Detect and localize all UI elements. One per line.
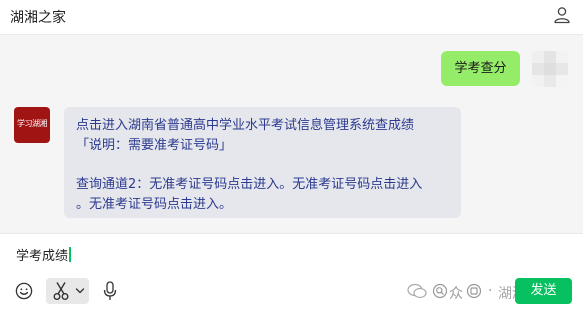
scissors-icon[interactable]: [52, 281, 70, 301]
chat-header: 湖湘之家: [0, 0, 583, 35]
chat-title: 湖湘之家: [10, 10, 66, 26]
incoming-message[interactable]: 点击进入湖南省普通高中学业水平考试信息管理系统查成绩 「说明：需要准考证号码」 …: [64, 107, 461, 218]
watermark-separator: ·: [488, 283, 493, 299]
watermark-badge-icon: [466, 283, 482, 299]
message-channel-line-cont[interactable]: 。无准考证号码点击进入。: [76, 195, 451, 215]
smiley-icon[interactable]: [15, 282, 33, 300]
text-caret: [69, 247, 72, 262]
message-channel-line[interactable]: 查询通道2：无准考证号码点击进入。无准考证号码点击进入: [76, 175, 451, 195]
send-button[interactable]: 发送: [515, 278, 572, 304]
message-input[interactable]: 学考成绩: [16, 245, 72, 264]
message-list: 学考查分 学习湖湘 点击进入湖南省普通高中学业水平考试信息管理系统查成绩 「说明…: [0, 35, 583, 233]
watermark-text: 众: [449, 286, 463, 302]
person-icon[interactable]: [553, 6, 571, 24]
outgoing-message[interactable]: 学考查分: [441, 51, 520, 86]
bot-avatar-logo: 学习湖湘: [17, 119, 48, 128]
chevron-down-icon[interactable]: [75, 287, 85, 295]
watermark-search-icon: [432, 283, 448, 299]
watermark-logo-icon: [407, 283, 427, 299]
microphone-icon[interactable]: [103, 281, 117, 301]
message-input-value: 学考成绩: [16, 249, 69, 264]
my-avatar[interactable]: [532, 51, 568, 87]
message-link-line[interactable]: 点击进入湖南省普通高中学业水平考试信息管理系统查成绩: [76, 116, 451, 136]
bot-avatar[interactable]: 学习湖湘: [14, 107, 50, 143]
compose-area: 学考成绩 众 · 湖湘之家 发送: [0, 233, 583, 317]
message-note-line[interactable]: 「说明：需要准考证号码」: [76, 136, 451, 156]
